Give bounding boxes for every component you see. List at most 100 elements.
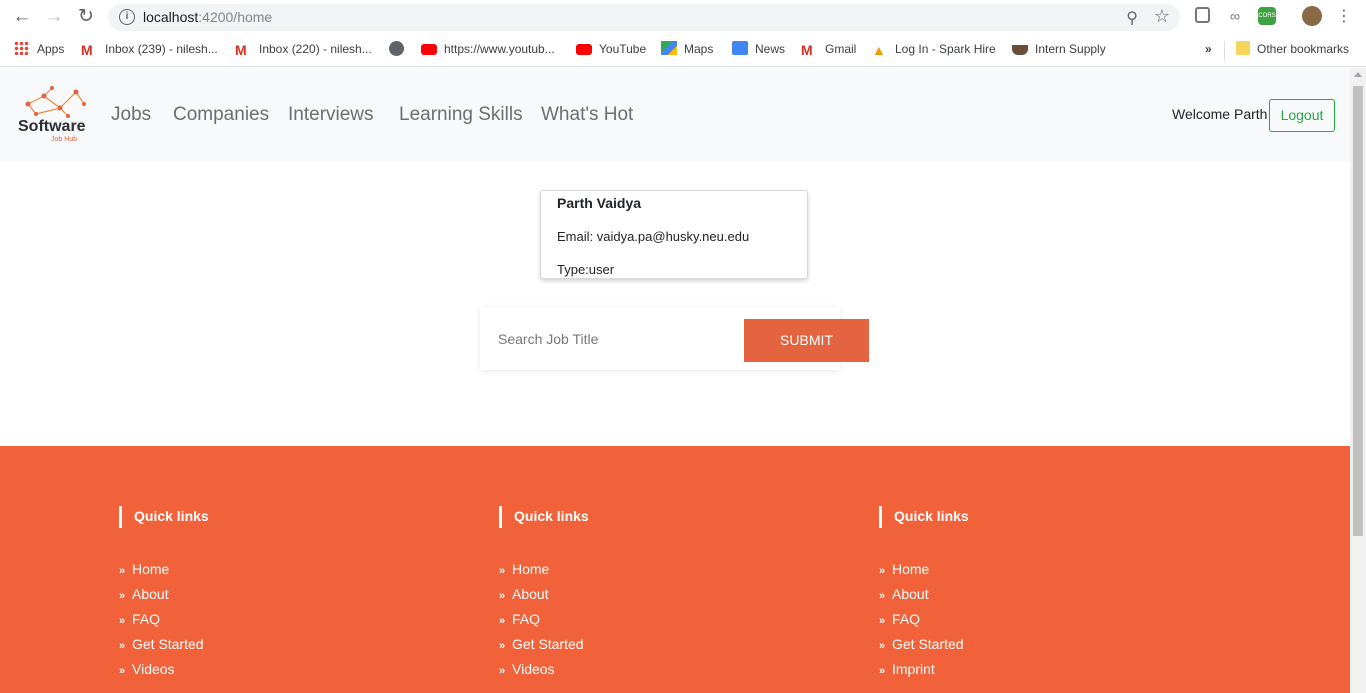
footer-link-videos[interactable]: » Videos — [119, 661, 419, 686]
footer-heading: Quick links — [119, 506, 419, 528]
nav-companies[interactable]: Companies — [173, 104, 269, 126]
info-icon[interactable]: i — [119, 9, 135, 25]
bookmark-gmail[interactable]: M Gmail — [801, 41, 856, 59]
key-icon[interactable]: ⚲ — [1126, 8, 1138, 28]
apps-grid-icon — [14, 41, 30, 55]
footer-links: » Home » About » FAQ » Get Started » Videos — [499, 561, 799, 686]
footer-link-imprint[interactable]: » Imprint — [879, 661, 1179, 686]
gmail-icon: M — [801, 42, 813, 58]
scroll-thumb[interactable] — [1353, 86, 1363, 536]
address-bar[interactable]: i localhost:4200/home ⚲ ☆ — [108, 4, 1180, 31]
footer-column-2: Quick links » Home » About » FAQ » Get Start… — [499, 506, 799, 686]
footer-link-get-started[interactable]: » Get Started — [499, 636, 799, 661]
bookmark-intern-supply[interactable]: Intern Supply — [1012, 41, 1106, 59]
bookmark-globe[interactable] — [389, 41, 411, 59]
double-chevron-icon: » — [119, 640, 126, 652]
welcome-text: Welcome Parth — [1172, 106, 1268, 122]
double-chevron-icon: » — [119, 665, 126, 677]
bookmark-youtube-url[interactable]: https://www.youtub... — [421, 41, 555, 59]
browser-toolbar: ← → ↻ i localhost:4200/home ⚲ ☆ ∞ CORS ⋮ — [0, 0, 1366, 34]
nav-jobs[interactable]: Jobs — [111, 104, 151, 126]
footer-heading: Quick links — [879, 506, 1179, 528]
cors-extension-icon[interactable]: CORS — [1258, 7, 1276, 25]
footer-links: » Home » About » FAQ » Get Started » Imprint — [879, 561, 1179, 686]
page-scrollbar[interactable] — [1350, 68, 1366, 693]
bookmark-spark-hire[interactable]: ▲ Log In - Spark Hire — [872, 41, 996, 59]
double-chevron-icon: » — [879, 640, 886, 652]
double-chevron-icon: » — [879, 615, 886, 627]
nav-learning-skills[interactable]: Learning Skills — [399, 104, 523, 126]
footer-link-home[interactable]: » Home — [499, 561, 799, 586]
site-navbar: Software Job Hub Jobs Companies Intervie… — [0, 68, 1350, 162]
bookmarks-overflow-chevron[interactable]: » — [1205, 41, 1212, 59]
bookmark-maps[interactable]: Maps — [661, 41, 713, 59]
profile-avatar[interactable] — [1302, 6, 1322, 26]
shield-extension-icon[interactable] — [1195, 7, 1210, 23]
other-bookmarks[interactable]: Other bookmarks — [1236, 41, 1349, 59]
bookmark-youtube[interactable]: YouTube — [576, 41, 646, 59]
profile-type: Type:user — [557, 262, 615, 277]
folder-icon — [1236, 41, 1250, 55]
logo-subtext: Job Hub — [51, 136, 78, 143]
reload-icon[interactable]: ↻ — [75, 6, 97, 28]
nav-interviews[interactable]: Interviews — [288, 104, 374, 126]
footer-column-3: Quick links » Home » About » FAQ » Get Start… — [879, 506, 1179, 686]
footer-link-about[interactable]: » About — [119, 586, 419, 611]
bookmark-news[interactable]: News — [732, 41, 785, 59]
flame-icon: ▲ — [872, 42, 886, 58]
footer-link-about[interactable]: » About — [879, 586, 1179, 611]
double-chevron-icon: » — [119, 615, 126, 627]
coffee-icon — [1012, 45, 1028, 55]
double-chevron-icon: » — [499, 590, 506, 602]
profile-card: Parth Vaidya Email: vaidya.pa@husky.neu.… — [540, 190, 808, 279]
news-icon — [732, 41, 748, 55]
bookmark-apps[interactable]: Apps — [14, 41, 64, 59]
site-logo[interactable]: Software Job Hub — [14, 86, 94, 146]
double-chevron-icon: » — [499, 565, 506, 577]
footer-column-1: Quick links » Home » About » FAQ » Get Start… — [119, 506, 419, 686]
address-url[interactable]: localhost:4200/home — [143, 9, 272, 25]
maps-icon — [661, 41, 677, 55]
double-chevron-icon: » — [119, 565, 126, 577]
nav-whats-hot[interactable]: What's Hot — [541, 104, 633, 126]
double-chevron-icon: » — [879, 565, 886, 577]
logo-text: Software — [18, 118, 86, 135]
submit-button[interactable]: SUBMIT — [744, 319, 869, 362]
double-chevron-icon: » — [499, 640, 506, 652]
star-icon[interactable]: ☆ — [1154, 6, 1170, 27]
bookmarks-bar: Apps M Inbox (239) - nilesh... M Inbox (22… — [0, 34, 1366, 67]
gmail-icon: M — [235, 42, 247, 58]
link-extension-icon[interactable]: ∞ — [1226, 7, 1244, 25]
footer-heading: Quick links — [499, 506, 799, 528]
footer-link-about[interactable]: » About — [499, 586, 799, 611]
menu-dots-icon[interactable]: ⋮ — [1333, 6, 1355, 28]
footer-links: » Home » About » FAQ » Get Started » Videos — [119, 561, 419, 686]
back-arrow-icon[interactable]: ← — [11, 6, 33, 28]
footer-link-faq[interactable]: » FAQ — [499, 611, 799, 636]
footer-link-home[interactable]: » Home — [119, 561, 419, 586]
search-job-input[interactable] — [488, 321, 728, 357]
youtube-icon — [576, 44, 592, 55]
youtube-icon — [421, 44, 437, 55]
profile-email: Email: vaidya.pa@husky.neu.edu — [557, 229, 750, 244]
gmail-icon: M — [81, 42, 93, 58]
profile-name: Parth Vaidya — [557, 195, 642, 211]
scroll-up-arrow-icon[interactable] — [1354, 72, 1362, 77]
forward-arrow-icon[interactable]: → — [43, 6, 65, 28]
double-chevron-icon: » — [879, 665, 886, 677]
footer-link-videos[interactable]: » Videos — [499, 661, 799, 686]
double-chevron-icon: » — [119, 590, 126, 602]
double-chevron-icon: » — [499, 615, 506, 627]
footer-link-get-started[interactable]: » Get Started — [119, 636, 419, 661]
footer-link-get-started[interactable]: » Get Started — [879, 636, 1179, 661]
globe-icon — [389, 41, 404, 56]
site-footer: Quick links » Home » About » FAQ » Get Start… — [0, 446, 1350, 693]
bookmark-inbox-220[interactable]: M Inbox (220) - nilesh... — [235, 41, 372, 59]
double-chevron-icon: » — [879, 590, 886, 602]
footer-link-faq[interactable]: » FAQ — [879, 611, 1179, 636]
footer-link-faq[interactable]: » FAQ — [119, 611, 419, 636]
bookmarks-divider — [1224, 41, 1225, 61]
bookmark-inbox-239[interactable]: M Inbox (239) - nilesh... — [81, 41, 218, 59]
logout-button[interactable]: Logout — [1269, 99, 1335, 132]
footer-link-home[interactable]: » Home — [879, 561, 1179, 586]
